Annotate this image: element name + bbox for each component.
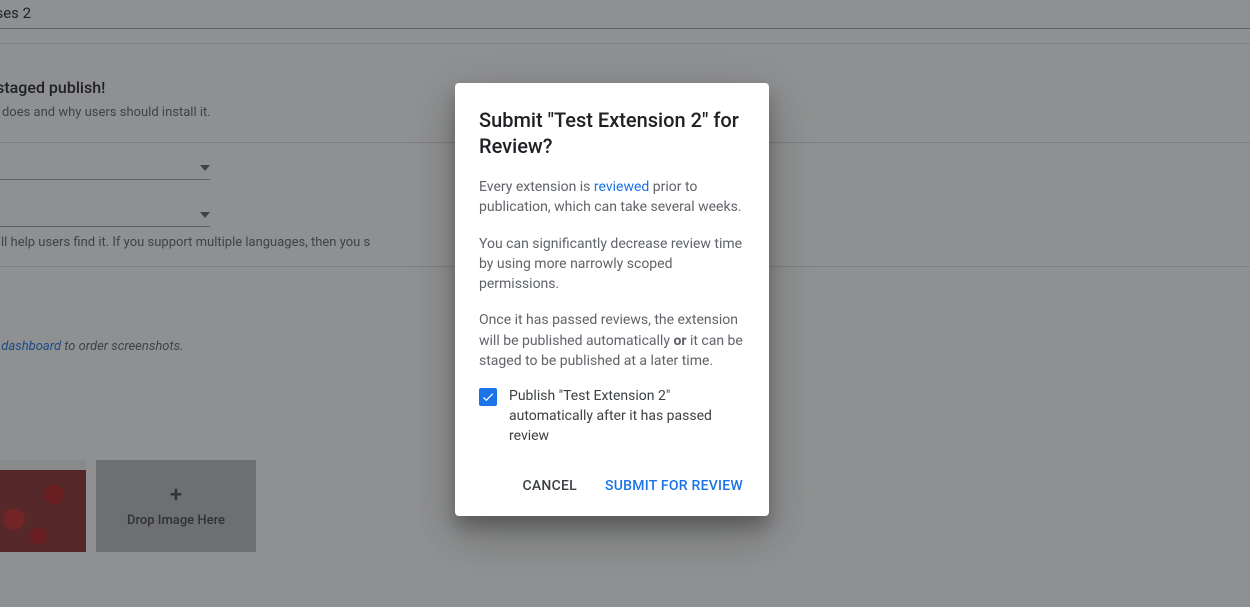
dialog-paragraph-3: Once it has passed reviews, the extensio…: [479, 310, 745, 371]
dialog-actions: Cancel Submit for review: [471, 470, 753, 502]
reviewed-link[interactable]: reviewed: [594, 179, 649, 195]
auto-publish-checkbox[interactable]: [479, 388, 497, 406]
submit-review-dialog: Submit "Test Extension 2" for Review? Ev…: [455, 83, 769, 516]
dialog-paragraph-1: Every extension is reviewed prior to pub…: [479, 177, 745, 218]
dialog-paragraph-2: You can significantly decrease review ti…: [479, 234, 745, 295]
check-icon: [481, 390, 495, 404]
auto-publish-label: Publish "Test Extension 2" automatically…: [509, 387, 745, 446]
cancel-button[interactable]: Cancel: [513, 470, 587, 502]
dialog-title: Submit "Test Extension 2" for Review?: [479, 107, 745, 159]
submit-for-review-button[interactable]: Submit for review: [595, 470, 753, 502]
